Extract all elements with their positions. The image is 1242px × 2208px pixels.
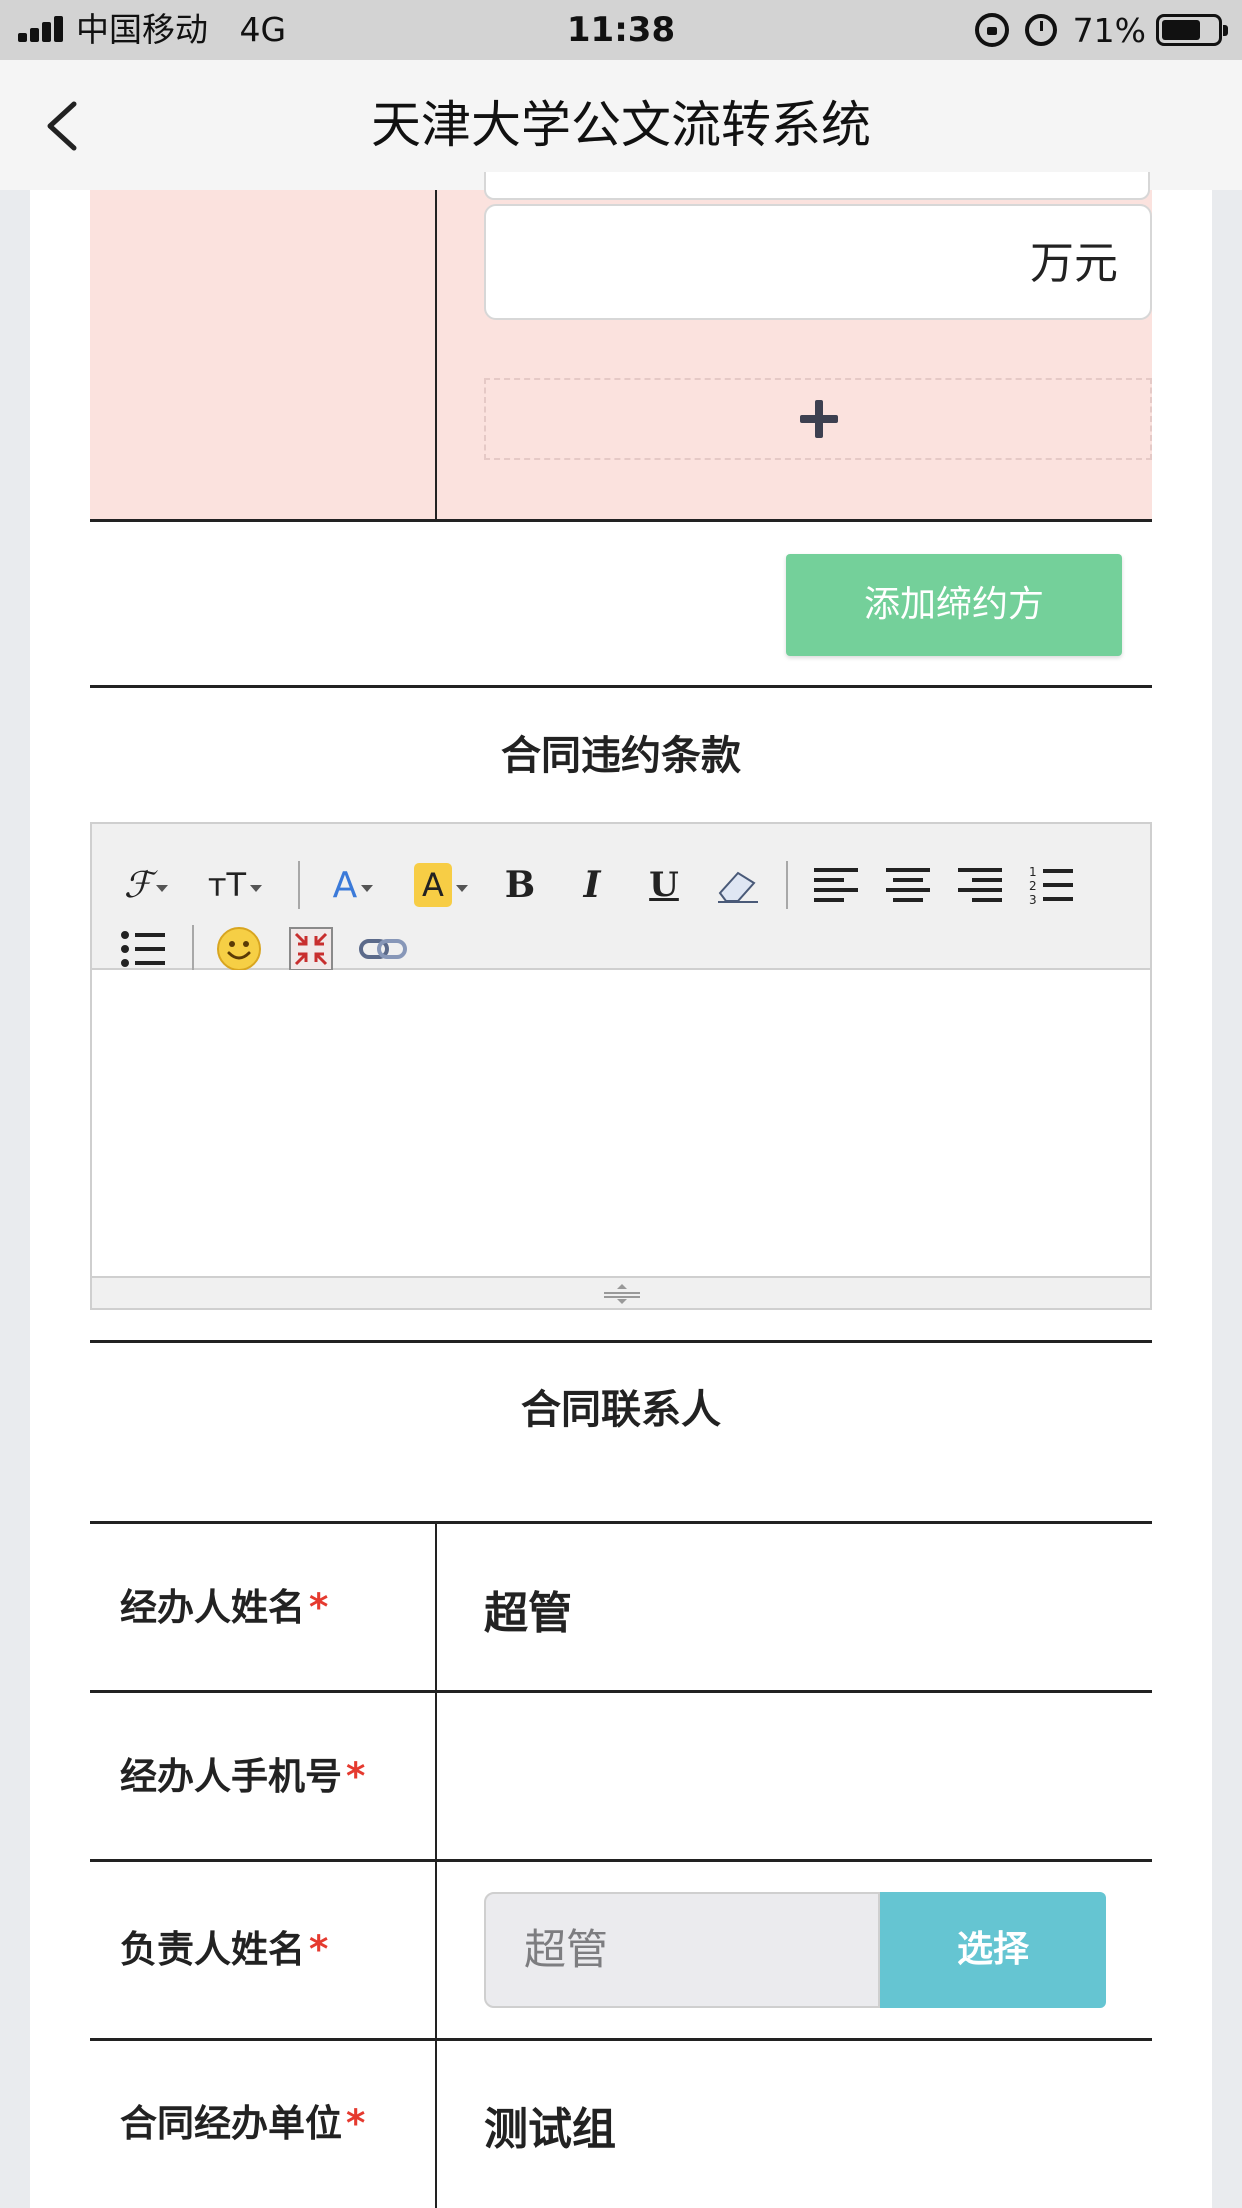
divider-line xyxy=(90,1859,1152,1862)
link-graphic xyxy=(359,939,407,959)
svg-text:2: 2 xyxy=(1029,879,1037,893)
eraser-icon[interactable] xyxy=(712,860,764,910)
resize-handle-icon xyxy=(604,1284,640,1304)
handling-unit-label: 合同经办单位 * xyxy=(120,2099,365,2149)
align-center-lines xyxy=(886,868,930,902)
amount-field[interactable]: 万元 xyxy=(484,204,1152,320)
emoji-graphic xyxy=(217,927,261,971)
add-party-button[interactable]: 添加缔约方 xyxy=(786,554,1122,656)
highlight-glyph: A xyxy=(414,863,452,907)
required-star: * xyxy=(309,1928,329,1971)
chevron-left-icon xyxy=(47,101,77,151)
underline-icon[interactable]: U xyxy=(644,860,684,910)
carrier-label: 中国移动 4G xyxy=(76,8,286,52)
fullscreen-graphic xyxy=(289,927,333,971)
unordered-list-icon[interactable] xyxy=(120,924,168,974)
align-left-icon[interactable] xyxy=(812,860,860,910)
carrier-name: 中国移动 xyxy=(76,10,208,49)
font-family-icon[interactable]: ℱ xyxy=(120,860,172,910)
alarm-icon xyxy=(1024,14,1057,46)
divider-line xyxy=(90,519,1152,522)
table-column-divider xyxy=(435,1522,437,2208)
font-size-icon[interactable]: тT xyxy=(204,860,266,910)
nav-bar: 天津大学公文流转系统 xyxy=(0,60,1242,190)
back-button[interactable] xyxy=(38,98,94,154)
battery-fill xyxy=(1162,20,1201,40)
manager-name-label-text: 负责人姓名 xyxy=(120,1928,305,1971)
previous-field-edge xyxy=(484,172,1150,200)
handler-name-label: 经办人姓名 * xyxy=(120,1583,328,1633)
battery-icon xyxy=(1156,14,1228,46)
fullscreen-icon[interactable] xyxy=(286,924,336,974)
party-block-divider xyxy=(435,190,437,520)
handling-unit-value[interactable]: 测试组 xyxy=(484,2101,616,2159)
toolbar-separator xyxy=(192,925,194,973)
handler-phone-label-text: 经办人手机号 xyxy=(120,1755,342,1798)
align-center-icon[interactable] xyxy=(884,860,932,910)
toolbar-separator xyxy=(786,861,788,909)
editor-content-area[interactable] xyxy=(92,970,1150,1276)
highlight-color-icon[interactable]: A xyxy=(408,860,474,910)
font-color-glyph: A xyxy=(332,864,358,906)
required-star: * xyxy=(346,2102,366,2145)
battery-percent: 71% xyxy=(1072,10,1146,50)
manager-name-label: 负责人姓名 * xyxy=(120,1925,328,1975)
handling-unit-label-text: 合同经办单位 xyxy=(120,2102,342,2145)
emoji-icon[interactable] xyxy=(214,924,264,974)
signal-strength-icon xyxy=(18,16,66,42)
amount-unit: 万元 xyxy=(1030,238,1118,289)
breach-section-title: 合同违约条款 xyxy=(501,733,741,779)
editor-toolbar: ℱ тT A A B I U 1 2 3 xyxy=(92,824,1150,973)
font-size-glyph: тT xyxy=(207,866,247,904)
divider-line xyxy=(90,2038,1152,2041)
handler-name-value[interactable]: 超管 xyxy=(484,1585,572,1643)
divider-line xyxy=(90,1690,1152,1693)
divider-line xyxy=(90,1521,1152,1524)
status-right: 71% xyxy=(974,10,1228,50)
align-right-lines xyxy=(958,868,1002,902)
italic-icon[interactable]: I xyxy=(572,860,612,910)
page-title: 天津大学公文流转系统 xyxy=(371,96,871,154)
svg-text:3: 3 xyxy=(1029,893,1037,906)
align-right-icon[interactable] xyxy=(956,860,1004,910)
divider-line xyxy=(90,1340,1152,1343)
link-icon[interactable] xyxy=(356,924,410,974)
manager-name-input[interactable]: 超管 xyxy=(484,1892,880,2008)
required-star: * xyxy=(346,1755,366,1798)
select-manager-button[interactable]: 选择 xyxy=(880,1892,1106,2008)
align-left-lines xyxy=(814,868,858,902)
svg-text:1: 1 xyxy=(1029,865,1037,879)
plus-icon xyxy=(800,400,838,438)
manager-name-input-value: 超管 xyxy=(524,1925,609,1974)
unordered-list-graphic xyxy=(121,931,165,967)
editor-resize-bar[interactable] xyxy=(92,1276,1150,1308)
rich-text-editor: ℱ тT A A B I U 1 2 3 xyxy=(90,822,1152,1310)
eraser-graphic xyxy=(718,871,758,903)
orientation-lock-icon xyxy=(974,13,1009,47)
handler-phone-label: 经办人手机号 * xyxy=(120,1752,365,1802)
handler-name-label-text: 经办人姓名 xyxy=(120,1586,305,1629)
divider-line xyxy=(90,685,1152,688)
ordered-list-graphic: 1 2 3 xyxy=(1029,865,1073,906)
bold-icon[interactable]: B xyxy=(500,860,540,910)
ordered-list-icon[interactable]: 1 2 3 xyxy=(1028,860,1076,910)
add-row-button[interactable] xyxy=(484,378,1152,460)
font-family-glyph: ℱ xyxy=(123,864,153,906)
font-color-icon[interactable]: A xyxy=(324,860,382,910)
network-type: 4G xyxy=(239,10,287,49)
required-star: * xyxy=(309,1586,329,1629)
contacts-section-title: 合同联系人 xyxy=(521,1387,721,1433)
toolbar-separator xyxy=(298,861,300,909)
status-bar: 中国移动 4G 11:38 71% xyxy=(0,0,1242,60)
